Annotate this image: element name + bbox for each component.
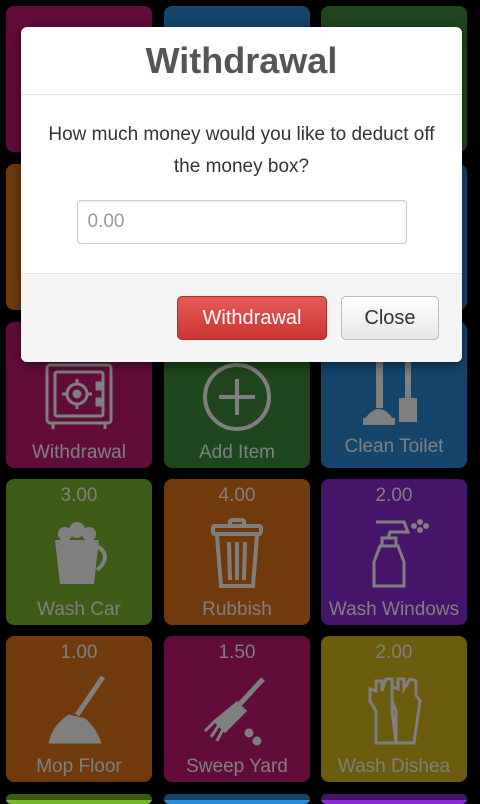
- dialog-body: How much money would you like to deduct …: [21, 95, 462, 273]
- dialog-question: How much money would you like to deduct …: [48, 124, 435, 177]
- close-button[interactable]: Close: [341, 296, 439, 340]
- dialog-title: Withdrawal: [145, 39, 338, 81]
- withdrawal-button[interactable]: Withdrawal: [177, 296, 327, 340]
- dialog-footer: Withdrawal Close: [21, 273, 462, 362]
- amount-input[interactable]: [76, 200, 407, 244]
- dialog-header: Withdrawal: [21, 27, 462, 95]
- withdrawal-dialog: Withdrawal How much money would you like…: [21, 27, 462, 362]
